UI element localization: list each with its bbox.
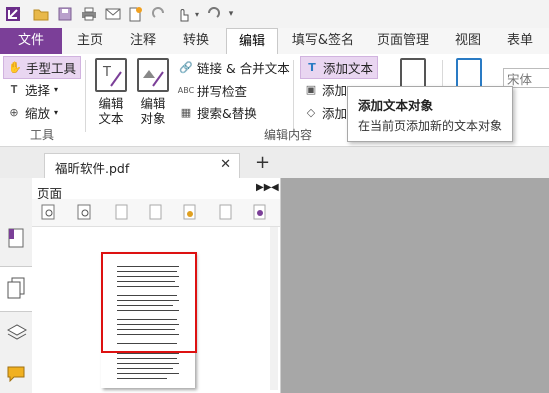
tab-edit[interactable]: 编辑 [226, 28, 278, 56]
email-icon[interactable] [104, 5, 122, 23]
comment-icon[interactable] [7, 366, 25, 385]
edit-object-icon [137, 58, 169, 92]
add-image-label: 添加 [322, 83, 348, 98]
chevron-down-icon: ▾ [54, 85, 59, 94]
add-text-button[interactable]: T 添加文本 [300, 56, 379, 79]
hand-tool-button[interactable]: ✋ 手型工具 [3, 56, 82, 79]
pages-panel-toggle[interactable] [0, 266, 32, 312]
expand-panel-icon[interactable]: ▶▶ [256, 182, 271, 193]
add-shape-icon: ◇ [306, 106, 316, 119]
panel-toolbar [32, 199, 280, 227]
tab-view[interactable]: 视图 [448, 28, 488, 54]
tab-page-management[interactable]: 页面管理 [371, 28, 435, 54]
bookmark-icon[interactable] [8, 228, 26, 253]
collapse-panel-icon[interactable]: ◀ [271, 182, 279, 193]
pages-icon [7, 277, 25, 299]
tab-comment[interactable]: 注释 [123, 28, 163, 54]
document-tab-title: 福昕软件.pdf [55, 161, 130, 176]
open-folder-icon[interactable] [32, 5, 50, 23]
tab-convert[interactable]: 转换 [176, 28, 216, 54]
tooltip-description: 在当前页添加新的文本对象 [358, 119, 503, 133]
tab-fill-sign[interactable]: 填写&签名 [287, 28, 359, 54]
font-select[interactable]: 宋体 [503, 68, 549, 88]
svg-text:T: T [102, 65, 111, 80]
search-replace-icon: ▦ [180, 106, 192, 119]
spellcheck-label: 拼写检查 [197, 84, 248, 99]
merge-text-button[interactable]: & 合并文本 [226, 58, 290, 77]
text-cursor-icon: 𝐓 [10, 82, 18, 96]
add-text-label: 添加文本 [323, 61, 374, 76]
redo-icon[interactable] [150, 5, 168, 23]
tools-group-label: 工具 [30, 128, 55, 142]
document-tab[interactable]: 福昕软件.pdf ✕ [44, 153, 240, 179]
add-text-icon: T [308, 61, 316, 74]
zoom-icon: ⊕ [9, 106, 19, 119]
hand-tool-label: 手型工具 [26, 61, 77, 76]
extract-page-icon[interactable] [147, 204, 163, 223]
edit-text-icon: T [95, 58, 127, 92]
document-view[interactable] [281, 178, 549, 393]
delete-page-icon[interactable] [217, 204, 233, 223]
merge-text-label: & 合并文本 [226, 61, 290, 76]
ribbon-tabs: 文件 主页 注释 转换 编辑 填写&签名 页面管理 视图 表单 [0, 28, 549, 56]
line-spacing-icon [456, 58, 482, 88]
save-icon[interactable] [56, 5, 74, 23]
edit-text-label: 编辑 文本 [98, 96, 124, 126]
insert-page-icon[interactable] [113, 204, 129, 223]
spellcheck-button[interactable]: ABC 拼写检查 [177, 81, 248, 100]
undo-icon[interactable] [204, 5, 222, 23]
edit-content-group-label: 编辑内容 [264, 128, 313, 142]
divider [85, 60, 86, 132]
edit-text-button[interactable]: T 编辑 文本 [94, 58, 128, 126]
left-rail [0, 178, 33, 393]
link-label: 链接 [197, 61, 223, 76]
tooltip-title: 添加文本对象 [358, 98, 434, 113]
tooltip: 添加文本对象 在当前页添加新的文本对象 [347, 86, 513, 142]
page-view-selection-box[interactable] [101, 252, 197, 353]
chevron-down-icon: ▾ [54, 108, 59, 117]
abc-icon: ABC [177, 86, 195, 95]
rotate-page-icon[interactable] [181, 204, 197, 223]
layers-icon[interactable] [6, 324, 28, 345]
customize-toolbar-icon[interactable]: ▾ [222, 5, 240, 23]
select-label: 选择 [25, 83, 51, 98]
hand-icon: ✋ [8, 61, 22, 74]
print-icon[interactable] [80, 5, 98, 23]
tab-home[interactable]: 主页 [70, 28, 110, 54]
edit-object-label: 编辑 对象 [140, 96, 166, 126]
add-image-button[interactable]: ▣ 添加 [304, 80, 347, 99]
link-button[interactable]: 🔗 链接 [179, 58, 222, 77]
close-icon[interactable]: ✕ [220, 157, 231, 172]
add-image-icon: ▣ [305, 83, 317, 96]
font-select-value: 宋体 [507, 71, 533, 87]
page-properties-icon[interactable] [251, 204, 267, 223]
tab-form[interactable]: 表单 [500, 28, 540, 54]
quick-access-toolbar: ▾ ▾ [0, 0, 549, 28]
zoom-in-page-icon[interactable] [41, 204, 57, 223]
new-document-icon[interactable] [126, 5, 144, 23]
add-shape-label: 添加 [322, 106, 348, 121]
select-button[interactable]: 𝐓 选择 ▾ [7, 80, 58, 99]
zoom-button[interactable]: ⊕ 缩放 ▾ [7, 103, 58, 122]
search-replace-button[interactable]: ▦ 搜索&替换 [179, 103, 257, 122]
add-shape-button[interactable]: ◇ 添加 [304, 103, 347, 122]
edit-object-button[interactable]: 编辑 对象 [134, 58, 172, 126]
zoom-label: 缩放 [25, 106, 51, 121]
tab-file[interactable]: 文件 [0, 28, 62, 54]
zoom-out-page-icon[interactable] [77, 204, 93, 223]
divider [293, 60, 294, 132]
new-tab-button[interactable]: + [255, 152, 270, 173]
app-logo-icon [4, 5, 22, 23]
link-icon: 🔗 [179, 61, 193, 74]
text-format-icon [400, 58, 426, 88]
panel-scrollbar[interactable]: ▲ [270, 210, 278, 390]
search-replace-label: 搜索&替换 [197, 106, 257, 121]
